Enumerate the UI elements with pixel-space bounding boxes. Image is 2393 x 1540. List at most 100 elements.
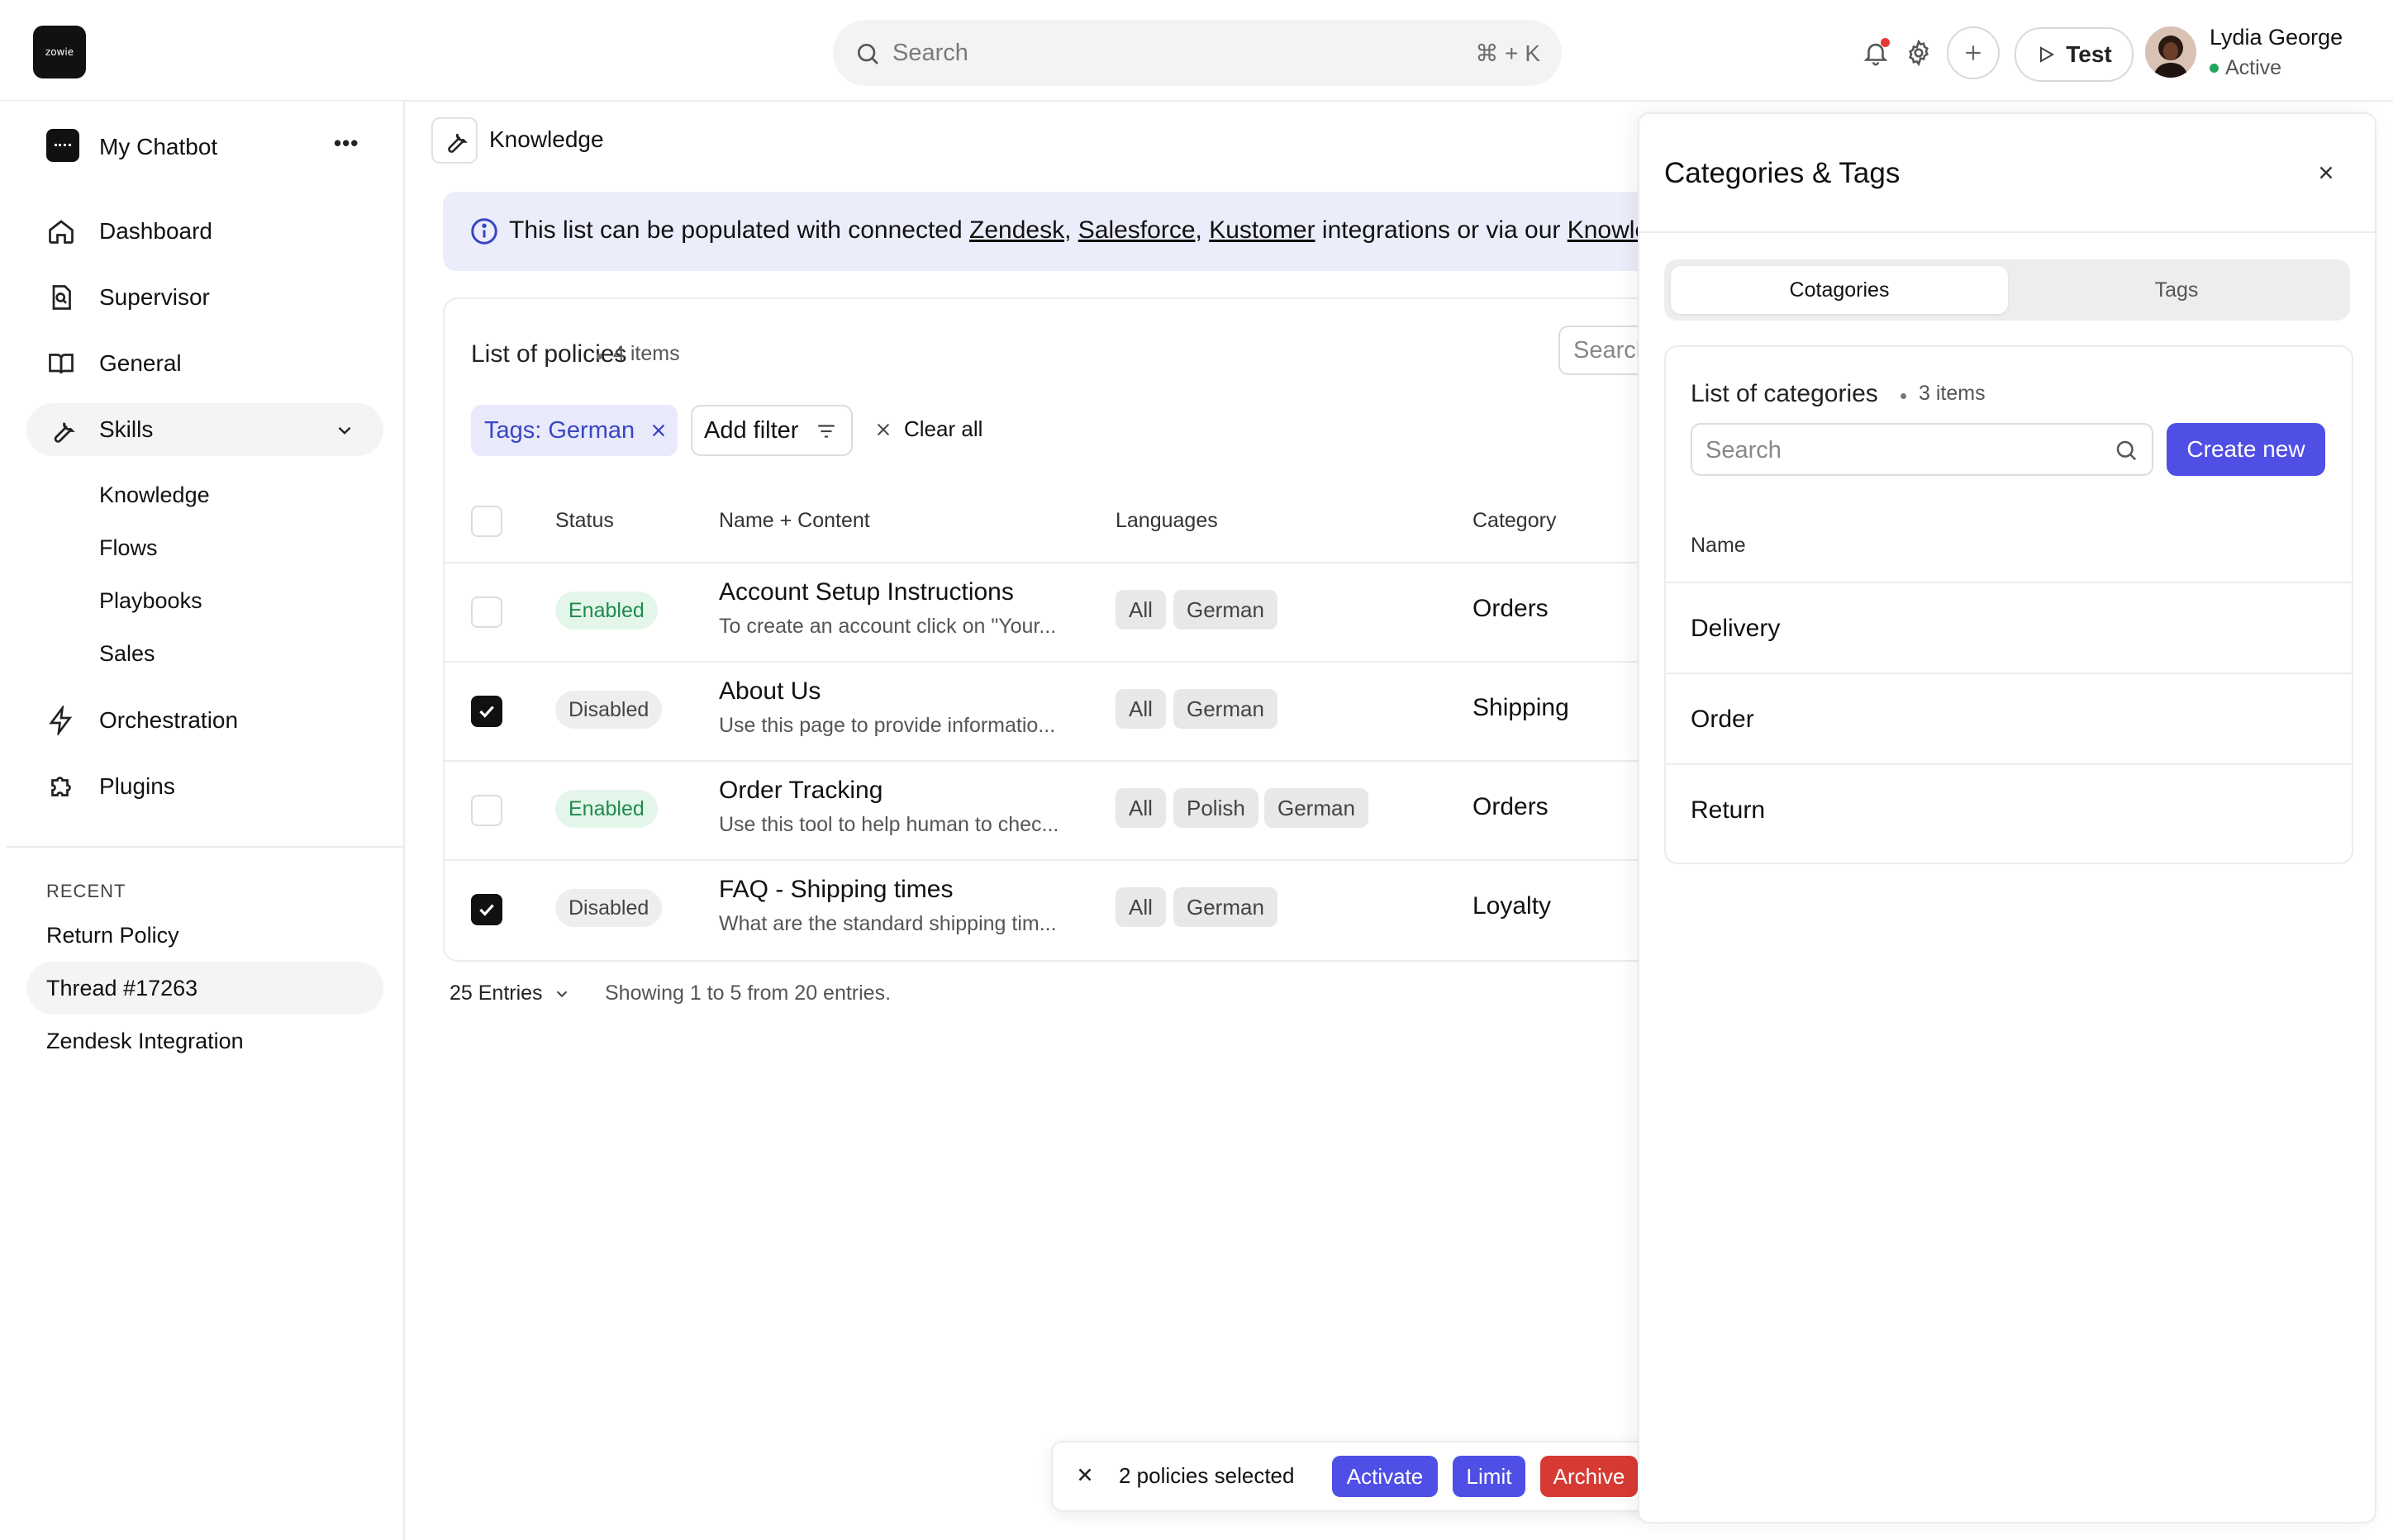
gear-icon <box>1909 39 1929 67</box>
bulk-action-bar: 2 policies selected Activate Limit Archi… <box>1051 1441 1666 1512</box>
search-icon <box>854 40 881 67</box>
categories-tags-drawer: Categories & Tags Cotagories Tags List o… <box>1638 112 2376 1523</box>
create-new-button[interactable]: Create new <box>2167 423 2325 476</box>
check-icon <box>479 706 494 718</box>
sidebar-subitem-sales[interactable]: Sales <box>99 641 155 667</box>
policy-name: About Us <box>719 677 821 705</box>
sidebar: My Chatbot ••• Dashboard Supervisor Gene… <box>0 101 405 1540</box>
sidebar-divider <box>7 846 403 848</box>
segmented-tabs: Cotagories Tags <box>1664 259 2350 321</box>
activate-button[interactable]: Activate <box>1332 1456 1438 1497</box>
column-header-languages[interactable]: Languages <box>1116 509 1218 533</box>
language-tag: All <box>1116 887 1166 927</box>
category-row[interactable]: Return <box>1666 763 2352 856</box>
add-filter-button[interactable]: Add filter <box>691 405 853 456</box>
test-button[interactable]: Test <box>2015 27 2134 82</box>
category-row[interactable]: Delivery <box>1666 582 2352 674</box>
zendesk-link[interactable]: Zendesk <box>969 216 1064 244</box>
recent-item[interactable]: Return Policy <box>26 909 383 962</box>
column-header-status[interactable]: Status <box>555 509 614 533</box>
archive-button[interactable]: Archive <box>1540 1456 1638 1497</box>
chatbot-name[interactable]: My Chatbot <box>99 134 217 160</box>
clear-all-button[interactable]: Clear all <box>874 416 982 442</box>
tab-tags[interactable]: Tags <box>2008 266 2345 314</box>
supervisor-icon <box>46 283 76 312</box>
close-icon[interactable] <box>2315 162 2337 183</box>
drawer-divider <box>1639 231 2375 233</box>
search-shortcut: ⌘ + K <box>1475 40 1540 66</box>
list-title: List of policies <box>471 340 627 368</box>
category-row[interactable]: Order <box>1666 673 2352 765</box>
recent-item[interactable]: Thread #17263 <box>26 962 383 1015</box>
sidebar-item-general[interactable]: General <box>26 337 383 390</box>
sidebar-subitem-knowledge[interactable]: Knowledge <box>99 482 210 508</box>
sidebar-item-plugins[interactable]: Plugins <box>26 760 383 813</box>
avatar[interactable] <box>2145 26 2196 78</box>
remove-filter-icon[interactable] <box>649 421 668 440</box>
info-icon <box>469 216 499 246</box>
search-icon <box>2114 438 2138 463</box>
knowledge-icon <box>431 117 478 164</box>
policy-desc: Use this tool to help human to chec... <box>719 813 1059 836</box>
banner-text: This list can be populated with connecte… <box>509 216 1649 244</box>
row-checkbox[interactable] <box>471 696 502 727</box>
close-icon <box>877 423 890 435</box>
chatbot-more-button[interactable]: ••• <box>334 131 359 156</box>
sidebar-subitem-flows[interactable]: Flows <box>99 535 158 561</box>
policy-desc: What are the standard shipping tim... <box>719 912 1057 935</box>
table-row[interactable]: Disabled About Us Use this page to provi… <box>445 661 1651 762</box>
column-header-category[interactable]: Category <box>1472 509 1556 533</box>
sidebar-item-skills[interactable]: Skills <box>26 403 383 456</box>
global-search[interactable]: Search ⌘ + K <box>833 20 1562 86</box>
pagination-info: Showing 1 to 5 from 20 entries. <box>605 982 892 1005</box>
knowledge-link[interactable]: Knowle <box>1568 216 1648 244</box>
tab-categories[interactable]: Cotagories <box>1671 266 2008 314</box>
app-logo[interactable]: zowie <box>33 26 86 78</box>
settings-button[interactable] <box>1902 36 1935 69</box>
language-tag: German <box>1173 590 1277 630</box>
recent-item[interactable]: Zendesk Integration <box>26 1015 383 1067</box>
policy-category: Orders <box>1472 595 1549 622</box>
categories-list-title: List of categories <box>1691 380 1878 407</box>
column-header-name[interactable]: Name <box>1691 534 1746 558</box>
sidebar-item-supervisor[interactable]: Supervisor <box>26 271 383 324</box>
language-tag: Polish <box>1173 788 1258 828</box>
sidebar-item-orchestration[interactable]: Orchestration <box>26 694 383 747</box>
sidebar-item-dashboard[interactable]: Dashboard <box>26 205 383 258</box>
separator-dot <box>597 354 602 359</box>
chevron-down-icon <box>556 991 567 997</box>
status-badge: Enabled <box>555 790 658 828</box>
chevron-down-icon <box>334 420 355 441</box>
chatbot-icon <box>46 129 79 162</box>
filter-chip-tags[interactable]: Tags: German <box>471 405 678 456</box>
deselect-close-icon[interactable] <box>1074 1464 1096 1485</box>
check-icon <box>479 904 494 916</box>
selection-count: 2 policies selected <box>1119 1463 1295 1488</box>
row-checkbox[interactable] <box>471 894 502 925</box>
play-icon <box>2040 46 2055 63</box>
limit-button[interactable]: Limit <box>1453 1456 1525 1497</box>
user-name: Lydia George <box>2210 25 2343 50</box>
policy-category: Orders <box>1472 793 1549 820</box>
kustomer-link[interactable]: Kustomer <box>1209 216 1315 244</box>
select-all-checkbox[interactable] <box>471 506 502 537</box>
top-bar: zowie Search ⌘ + K Test Lydia George Act… <box>0 0 2393 102</box>
page-title: Knowledge <box>489 126 604 152</box>
row-checkbox[interactable] <box>471 597 502 628</box>
language-tag: German <box>1173 689 1277 729</box>
salesforce-link[interactable]: Salesforce <box>1078 216 1196 244</box>
language-tag: German <box>1264 788 1368 828</box>
row-checkbox[interactable] <box>471 795 502 826</box>
separator-dot <box>1901 393 1906 399</box>
table-row[interactable]: Enabled Account Setup Instructions To cr… <box>445 562 1651 663</box>
table-row[interactable]: Enabled Order Tracking Use this tool to … <box>445 760 1651 861</box>
entries-per-page-select[interactable]: 25 Entries <box>450 982 571 1005</box>
table-row[interactable]: Disabled FAQ - Shipping times What are t… <box>445 859 1651 960</box>
notifications-button[interactable] <box>1859 36 1892 69</box>
sidebar-subitem-playbooks[interactable]: Playbooks <box>99 588 202 614</box>
category-search-input[interactable]: Search <box>1691 423 2153 476</box>
language-tag: All <box>1116 788 1166 828</box>
language-tag: All <box>1116 590 1166 630</box>
add-button[interactable] <box>1947 26 2000 79</box>
column-header-name[interactable]: Name + Content <box>719 509 870 533</box>
